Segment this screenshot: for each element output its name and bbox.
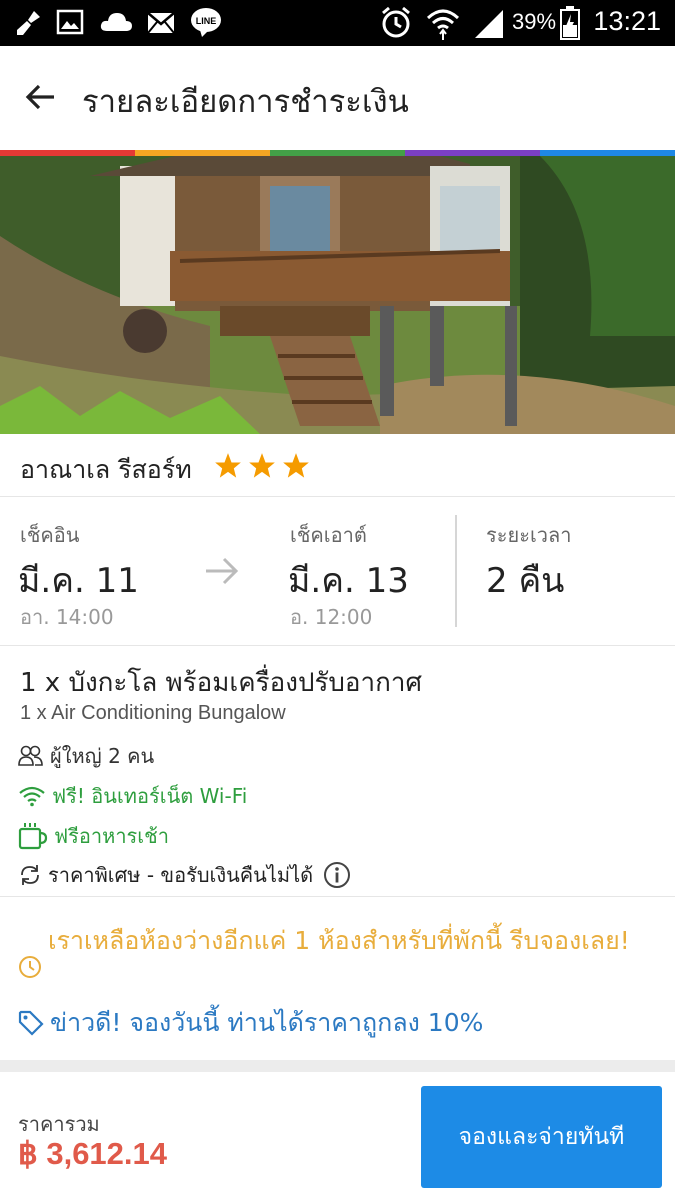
- hotel-name: อาณาเล รีสอร์ท: [20, 455, 192, 484]
- stay-dates: เช็คอิน มี.ค. 11 อา. 14:00 เช็คเอาต์ มี.…: [0, 497, 675, 646]
- room-name-english: 1 x Air Conditioning Bungalow: [20, 702, 286, 724]
- availability-notice: เราเหลือห้องว่างอีกแค่ 1 ห้องสำหรับที่พั…: [18, 919, 658, 978]
- checkin-date: มี.ค. 11: [18, 561, 139, 601]
- checkout-label: เช็คเอาต์: [290, 523, 367, 547]
- people-icon: [18, 745, 43, 766]
- back-arrow-icon[interactable]: [24, 80, 58, 114]
- clock-time: 13:21: [593, 6, 661, 36]
- availability-text: เราเหลือห้องว่างอีกแค่ 1 ห้องสำหรับที่พั…: [48, 926, 630, 955]
- coffee-cup-icon: [18, 823, 48, 850]
- checkin-label: เช็คอิน: [20, 523, 80, 547]
- arrow-right-icon: [204, 555, 240, 591]
- page-title: รายละเอียดการชำระเงิน: [82, 84, 409, 120]
- checkout-footer: ราคารวม ฿ 3,612.14 จองและจ่ายทันที: [0, 1072, 675, 1200]
- breakfast-row: ฟรีอาหารเช้า: [18, 820, 169, 852]
- wifi-icon: [19, 786, 45, 807]
- section-divider: [0, 1060, 675, 1072]
- book-and-pay-button[interactable]: จองและจ่ายทันที: [421, 1086, 662, 1188]
- info-icon[interactable]: [323, 861, 351, 889]
- mail-icon: [147, 12, 175, 38]
- duration-value: 2 คืน: [486, 561, 565, 601]
- wifi-text: ฟรี! อินเทอร์เน็ต Wi-Fi: [52, 784, 248, 808]
- status-bar: LINE 39% 13:21: [0, 0, 675, 46]
- clock-alert-icon: [18, 949, 42, 992]
- gallery-icon: [56, 8, 84, 40]
- cloud-icon: [99, 11, 133, 37]
- divider: [455, 515, 457, 627]
- wifi-row: ฟรี! อินเทอร์เน็ต Wi-Fi: [18, 780, 247, 812]
- star-rating: [214, 452, 310, 480]
- deal-notice: ข่าวดี! จองวันนี้ ท่านได้ราคาถูกลง 10%: [18, 1003, 483, 1043]
- hotel-photo[interactable]: [0, 156, 675, 434]
- total-price: ฿ 3,612.14: [18, 1136, 168, 1171]
- policy-row: ราคาพิเศษ - ขอรับเงินคืนไม่ได้: [18, 859, 351, 891]
- duration-label: ระยะเวลา: [486, 523, 572, 547]
- star-icon: [215, 453, 241, 478]
- hotel-header: อาณาเล รีสอร์ท: [0, 434, 675, 497]
- line-app-icon: LINE: [190, 6, 222, 42]
- star-icon: [249, 453, 275, 478]
- room-name-thai: 1 x บังกะโล พร้อมเครื่องปรับอากาศ: [20, 668, 422, 698]
- checkin-time: อา. 14:00: [20, 605, 114, 629]
- guests-row: ผู้ใหญ่ 2 คน: [18, 740, 154, 772]
- wifi-icon: [426, 6, 460, 44]
- tag-icon: [18, 1010, 44, 1036]
- alarm-icon: [380, 5, 412, 43]
- room-details: 1 x บังกะโล พร้อมเครื่องปรับอากาศ 1 x Ai…: [0, 646, 675, 897]
- battery-percent: 39%: [512, 9, 557, 34]
- guests-text: ผู้ใหญ่ 2 คน: [50, 744, 155, 768]
- checkout-date: มี.ค. 13: [288, 561, 409, 601]
- battery-icon: [560, 6, 580, 44]
- deal-text: ข่าวดี! จองวันนี้ ท่านได้ราคาถูกลง 10%: [50, 1008, 484, 1037]
- app-bar: รายละเอียดการชำระเงิน: [0, 46, 675, 150]
- star-icon: [283, 453, 309, 478]
- refresh-arrows-icon: [21, 865, 39, 885]
- checkout-time: อ. 12:00: [290, 605, 373, 629]
- notices: เราเหลือห้องว่างอีกแค่ 1 ห้องสำหรับที่พั…: [0, 897, 675, 1057]
- signal-icon: [473, 8, 505, 42]
- breakfast-text: ฟรีอาหารเช้า: [54, 824, 169, 848]
- svg-text:LINE: LINE: [196, 16, 217, 26]
- policy-text: ราคาพิเศษ - ขอรับเงินคืนไม่ได้: [48, 863, 314, 887]
- cleaner-brush-icon: [14, 8, 44, 42]
